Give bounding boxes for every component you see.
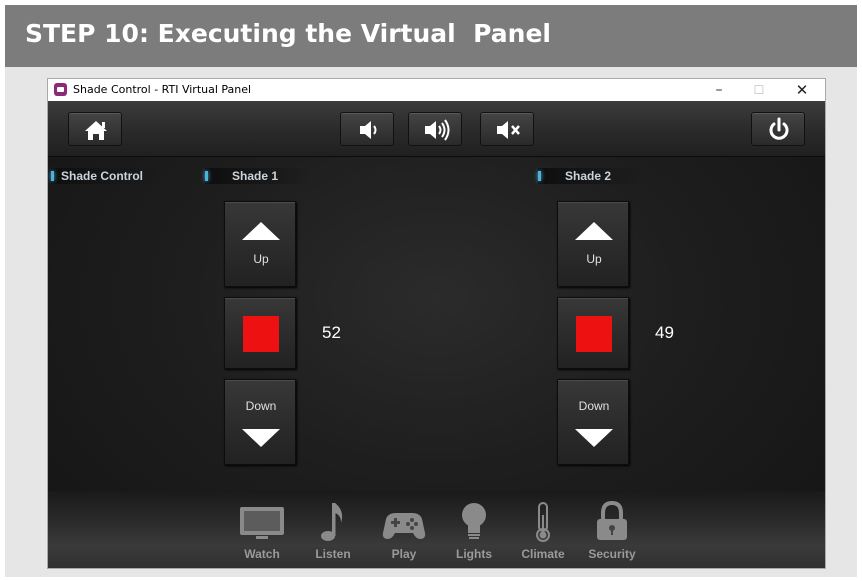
arrow-up-icon [242,222,280,240]
window-titlebar[interactable]: Shade Control - RTI Virtual Panel – ☐ ✕ [48,79,825,101]
speaker-high-icon [425,119,450,141]
shade-2-down-button[interactable]: Down [557,379,629,465]
volume-down-button[interactable] [340,112,394,146]
top-toolbar [48,101,825,157]
dock-label-lights: Lights [456,547,492,561]
section-label-shade-control: Shade Control [51,168,161,184]
shade-1-down-label: Down [245,399,277,413]
shade-2-down-label: Down [578,399,610,413]
slide-frame: STEP 10: Executing the Virtual Panel Sha… [5,5,857,577]
dock-label-listen: Listen [315,547,351,561]
dock-item-watch[interactable]: Watch [232,491,292,568]
lightbulb-icon [462,503,486,539]
virtual-panel-window: Shade Control - RTI Virtual Panel – ☐ ✕ [47,78,826,569]
shade-1-label: Shade 1 [205,168,311,184]
dock-label-play: Play [391,547,417,561]
stop-icon [243,316,279,352]
dock-label-climate: Climate [521,547,565,561]
rti-panel: Shade Control Shade 1 Up 52 Down Shade 2… [48,101,825,568]
shade-1-down-button[interactable]: Down [224,379,296,465]
home-icon [85,121,107,140]
gamepad-icon [382,513,426,539]
power-icon [769,117,789,140]
speaker-mute-icon [497,121,520,139]
dock-label-security: Security [588,547,636,561]
shade-2-up-label: Up [586,252,602,266]
shade-2-label: Shade 2 [538,168,644,184]
dock-label-watch: Watch [244,547,280,561]
shade-2-position: 49 [655,323,674,342]
music-note-icon [321,503,343,541]
shade-1-up-label: Up [253,252,269,266]
dock-item-listen[interactable]: Listen [303,491,363,568]
step-banner: STEP 10: Executing the Virtual Panel [5,5,857,67]
close-button[interactable]: ✕ [782,79,822,101]
volume-up-button[interactable] [408,112,462,146]
window-title: Shade Control - RTI Virtual Panel [73,83,252,96]
speaker-low-icon [360,121,377,139]
dock-item-security[interactable]: Security [582,491,642,568]
power-button[interactable] [751,112,805,146]
arrow-down-icon [242,429,280,447]
arrow-down-icon [575,429,613,447]
shade-1-stop-button[interactable] [224,297,296,369]
app-icon [54,83,67,96]
tv-icon [240,507,284,539]
shade-1-up-button[interactable]: Up [224,201,296,287]
dock-item-climate[interactable]: Climate [513,491,573,568]
thermometer-icon [536,502,550,542]
maximize-button[interactable]: ☐ [739,79,779,101]
bottom-dock: Watch Listen Play Lights Climate Securit… [48,491,825,568]
shade-1-position: 52 [322,323,341,342]
dock-item-play[interactable]: Play [374,491,434,568]
shade-2-stop-button[interactable] [557,297,629,369]
mute-button[interactable] [480,112,534,146]
padlock-icon [597,501,627,540]
arrow-up-icon [575,222,613,240]
dock-item-lights[interactable]: Lights [444,491,504,568]
shade-2-up-button[interactable]: Up [557,201,629,287]
minimize-button[interactable]: – [699,79,739,101]
stop-icon [576,316,612,352]
step-title: STEP 10: Executing the Virtual Panel [25,19,552,48]
home-button[interactable] [68,112,122,146]
